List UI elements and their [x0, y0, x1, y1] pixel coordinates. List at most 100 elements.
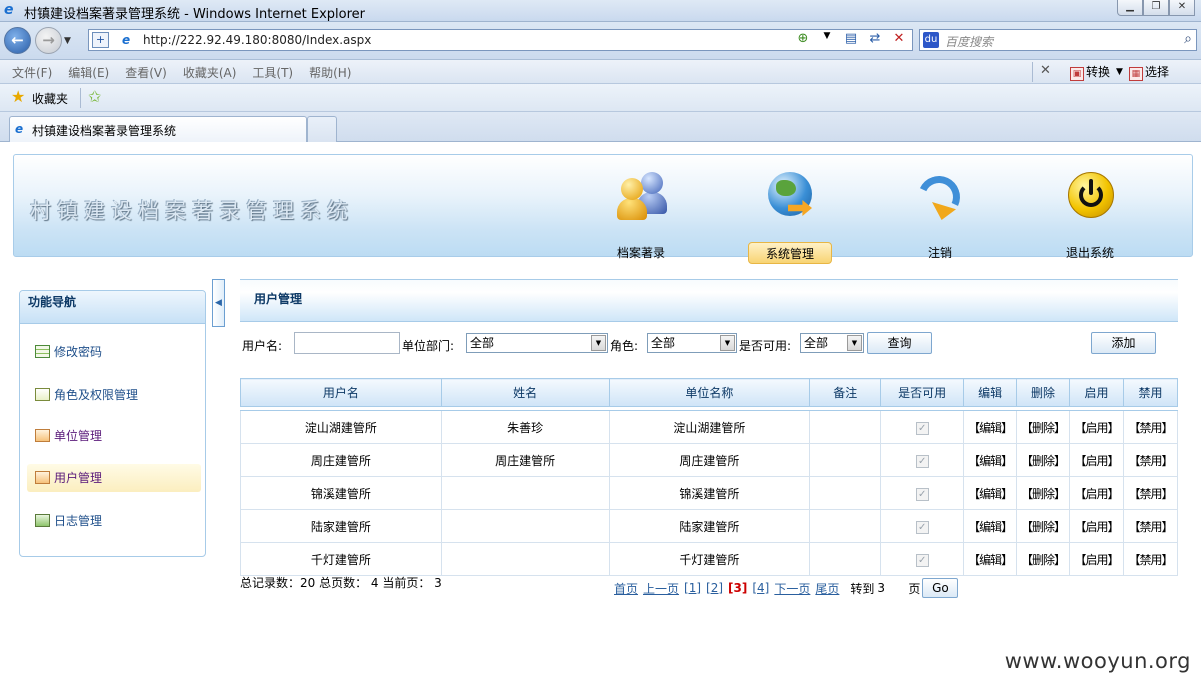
table-header-row: 用户名 姓名 单位名称 备注 是否可用 编辑 删除 启用 禁用: [240, 378, 1179, 407]
toolbar-close-icon[interactable]: ✕: [1040, 63, 1051, 78]
delete-action[interactable]: 【删除】: [1021, 421, 1066, 435]
disable-action[interactable]: 【禁用】: [1128, 454, 1173, 468]
delete-action[interactable]: 【删除】: [1021, 487, 1066, 501]
nav-logout[interactable]: 注销: [885, 170, 995, 264]
enable-action[interactable]: 【启用】: [1075, 487, 1120, 501]
first-page-link[interactable]: 首页: [614, 580, 638, 597]
goto-page-input[interactable]: [874, 579, 909, 597]
menu-edit[interactable]: 编辑(E): [68, 64, 109, 81]
last-page-link[interactable]: 尾页: [815, 580, 839, 597]
system-title: 村镇建设档案著录管理系统: [30, 199, 354, 223]
disable-action[interactable]: 【禁用】: [1128, 421, 1173, 435]
convert-dropdown-icon[interactable]: ▼: [1116, 67, 1123, 77]
search-icon[interactable]: ⌕: [1184, 31, 1192, 47]
enable-action[interactable]: 【启用】: [1075, 553, 1120, 567]
disable-action[interactable]: 【禁用】: [1128, 520, 1173, 534]
tab-current[interactable]: e 村镇建设档案著录管理系统: [9, 116, 307, 142]
menu-help[interactable]: 帮助(H): [309, 64, 351, 81]
add-user-button[interactable]: 添加: [1091, 332, 1156, 354]
col-name[interactable]: 姓名: [440, 378, 610, 407]
chevron-down-icon: ▼: [591, 335, 606, 351]
enable-action[interactable]: 【启用】: [1075, 454, 1120, 468]
add-to-favorites-icon[interactable]: +: [92, 32, 109, 48]
log-icon: [35, 514, 50, 527]
cell-disable: 【禁用】: [1122, 443, 1179, 477]
next-page-link[interactable]: 下一页: [774, 580, 810, 597]
edit-action[interactable]: 【编辑】: [968, 487, 1013, 501]
cell-enabled: ✓: [880, 509, 965, 543]
sidebar-item-unit-manage[interactable]: 单位管理: [27, 422, 201, 450]
col-note[interactable]: 备注: [809, 378, 882, 407]
disable-action[interactable]: 【禁用】: [1128, 487, 1173, 501]
forward-icon[interactable]: →: [35, 27, 62, 54]
prev-page-link[interactable]: 上一页: [643, 580, 679, 597]
stop-icon[interactable]: ✕: [890, 31, 908, 46]
back-icon[interactable]: ←: [4, 27, 31, 54]
enable-action[interactable]: 【启用】: [1075, 520, 1120, 534]
sidebar-collapse-toggle[interactable]: ◀: [212, 279, 225, 327]
convert-button[interactable]: ▣ 转换: [1070, 63, 1110, 81]
menu-file[interactable]: 文件(F): [12, 64, 52, 81]
edit-action[interactable]: 【编辑】: [968, 421, 1013, 435]
cell-enable: 【启用】: [1069, 542, 1124, 576]
select-button[interactable]: ▦ 选择: [1128, 63, 1169, 81]
new-tab-button[interactable]: [307, 116, 337, 142]
cell-username: 锦溪建管所: [240, 476, 442, 510]
go-button[interactable]: Go: [922, 578, 959, 598]
sidebar-item-user-manage[interactable]: 用户管理: [27, 464, 201, 492]
address-actions: ⊕ ▼ ▤ ⇄ ✕: [794, 31, 908, 46]
edit-action[interactable]: 【编辑】: [968, 553, 1013, 567]
sidebar-item-change-password[interactable]: 修改密码: [27, 338, 201, 366]
sidebar-item-role-permissions[interactable]: 角色及权限管理: [27, 381, 201, 409]
dept-select[interactable]: 全部 ▼: [466, 333, 608, 353]
col-enable: 启用: [1069, 378, 1124, 407]
minimize-icon[interactable]: ▁: [1117, 0, 1143, 16]
col-enabled[interactable]: 是否可用: [880, 378, 965, 407]
edit-action[interactable]: 【编辑】: [968, 520, 1013, 534]
role-select[interactable]: 全部 ▼: [647, 333, 737, 353]
refresh-icon[interactable]: ⇄: [866, 31, 884, 46]
menu-favorites[interactable]: 收藏夹(A): [183, 64, 237, 81]
url-text[interactable]: http://222.92.49.180:8080/Index.aspx: [143, 33, 371, 47]
cell-delete: 【删除】: [1016, 476, 1071, 510]
menu-view[interactable]: 查看(V): [125, 64, 167, 81]
enabled-select[interactable]: 全部 ▼: [800, 333, 864, 353]
sidebar-item-log-manage[interactable]: 日志管理: [27, 507, 201, 535]
password-icon: [35, 345, 50, 358]
restore-icon[interactable]: ❐: [1143, 0, 1169, 16]
cell-delete: 【删除】: [1016, 542, 1071, 576]
edit-action[interactable]: 【编辑】: [968, 454, 1013, 468]
compat-icon[interactable]: ⊕: [794, 31, 812, 46]
sidebar-title: 功能导航: [20, 291, 205, 324]
nav-system-manage[interactable]: 系统管理: [735, 170, 845, 264]
page-link-2[interactable]: [2]: [706, 581, 723, 595]
favorites-star-icon[interactable]: ★: [11, 87, 25, 106]
enable-action[interactable]: 【启用】: [1075, 421, 1120, 435]
add-favorites-bar-icon[interactable]: ✩: [88, 87, 101, 106]
menu-tools[interactable]: 工具(T): [252, 64, 293, 81]
delete-action[interactable]: 【删除】: [1021, 454, 1066, 468]
sidebar-item-label: 单位管理: [54, 429, 103, 443]
goto-label: 转到: [850, 581, 875, 596]
query-button[interactable]: 查询: [867, 332, 932, 354]
url-dropdown-icon[interactable]: ▼: [818, 31, 836, 46]
page-link-4[interactable]: [4]: [752, 581, 769, 595]
page-unit-label: 页: [908, 581, 921, 596]
page-link-1[interactable]: [1]: [684, 581, 701, 595]
nav-archive-entry[interactable]: 档案著录: [586, 170, 696, 264]
close-icon[interactable]: ✕: [1169, 0, 1195, 16]
search-field[interactable]: du 百度搜索 ⌕: [919, 29, 1197, 51]
history-dropdown-icon[interactable]: ▼: [64, 36, 71, 46]
delete-action[interactable]: 【删除】: [1021, 553, 1066, 567]
enabled-checkbox: ✓: [915, 454, 929, 468]
username-input[interactable]: [294, 332, 400, 354]
favorites-button[interactable]: 收藏夹: [32, 90, 68, 107]
col-unit[interactable]: 单位名称: [608, 378, 811, 407]
col-username[interactable]: 用户名: [240, 378, 442, 407]
disable-action[interactable]: 【禁用】: [1128, 553, 1173, 567]
nav-exit-system[interactable]: 退出系统: [1035, 170, 1145, 264]
nav-logout-label: 注销: [927, 246, 952, 260]
delete-action[interactable]: 【删除】: [1021, 520, 1066, 534]
address-field[interactable]: + e http://222.92.49.180:8080/Index.aspx…: [88, 29, 913, 51]
compatibility-view-icon[interactable]: ▤: [842, 31, 860, 46]
